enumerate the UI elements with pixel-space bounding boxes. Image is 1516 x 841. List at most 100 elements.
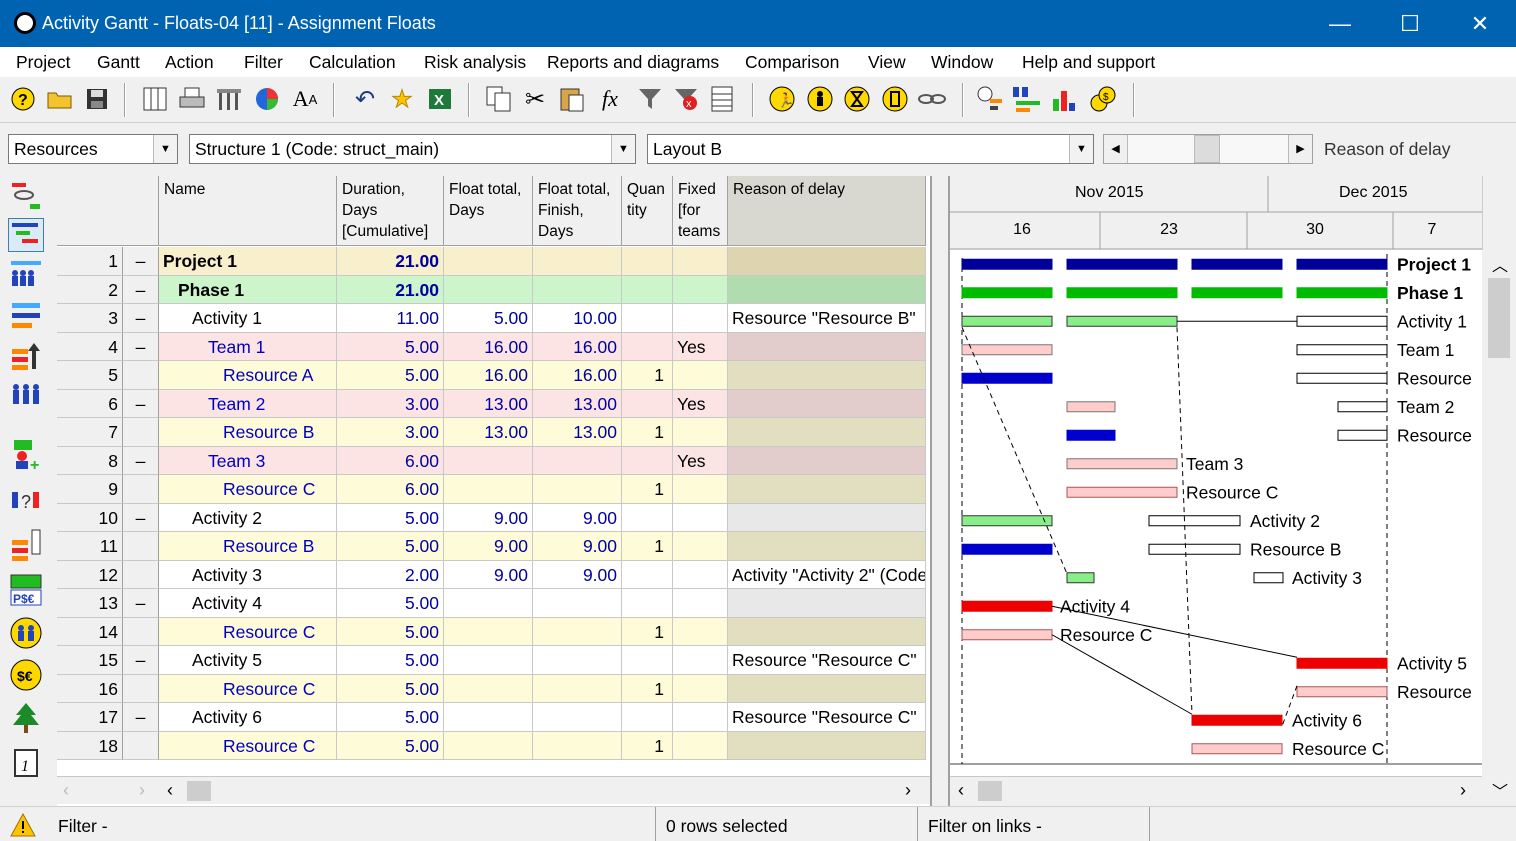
scroll-icon[interactable] [880,84,910,114]
cell-quantity[interactable] [622,589,673,618]
cell-name[interactable]: Project 1 [159,247,337,276]
table-row[interactable]: 13– Activity 4 5.00 [57,589,930,618]
row-number[interactable]: 13 [57,589,123,618]
cell-fixed[interactable] [673,503,728,532]
cell-float-total[interactable]: 16.00 [444,332,533,361]
cell-name[interactable]: Team 2 [159,389,337,418]
chevron-down-icon[interactable]: ﹀ [1492,778,1508,802]
row-number[interactable]: 12 [57,560,123,589]
collapse-toggle[interactable]: – [123,703,159,732]
fixed-column-header[interactable]: Fixed [for teams [673,176,728,246]
tree-up-icon[interactable] [8,338,44,372]
row-number[interactable]: 7 [57,418,123,447]
cell-quantity[interactable] [622,275,673,304]
cell-duration[interactable]: 5.00 [337,589,444,618]
chevron-down-icon[interactable]: ▼ [611,135,635,163]
cell-name[interactable]: Resource B [159,418,337,447]
currency-circle-icon[interactable]: $€ [8,658,44,692]
cell-reason[interactable] [728,332,926,361]
cell-fixed[interactable] [673,646,728,675]
cell-float-finish[interactable]: 9.00 [533,503,622,532]
menu-calculation[interactable]: Calculation [309,52,396,73]
cell-float-total[interactable]: 13.00 [444,389,533,418]
pie-chart-icon[interactable] [252,84,282,114]
cell-duration[interactable]: 5.00 [337,674,444,703]
collapse-toggle[interactable] [123,560,159,589]
cell-name[interactable]: Resource C [159,475,337,504]
cell-duration[interactable]: 5.00 [337,361,444,390]
cell-fixed[interactable] [673,560,728,589]
collapse-toggle[interactable] [123,418,159,447]
structure-dropdown[interactable]: Structure 1 (Code: struct_main) ▼ [189,134,636,164]
cell-float-finish[interactable]: 13.00 [533,418,622,447]
cell-float-finish[interactable]: 9.00 [533,560,622,589]
collapse-toggle[interactable]: – [123,275,159,304]
collapse-toggle[interactable]: – [123,332,159,361]
row-number[interactable]: 15 [57,646,123,675]
cell-quantity[interactable]: 1 [622,731,673,760]
formula-icon[interactable]: fx [595,84,625,114]
collapse-toggle[interactable]: – [123,503,159,532]
schedule-icon[interactable]: 🏃 [767,84,797,114]
cell-float-finish[interactable]: 9.00 [533,532,622,561]
cell-float-total[interactable] [444,475,533,504]
links-view-icon[interactable] [8,178,44,212]
row-number[interactable]: 11 [57,532,123,561]
chevron-down-icon[interactable]: ▼ [153,135,177,163]
cell-name[interactable]: Resource C [159,674,337,703]
scrollbar-thumb[interactable] [1488,278,1510,358]
table-row[interactable]: 17– Activity 6 5.00 Resource "Resource C" [57,703,930,732]
cell-fixed[interactable] [673,532,728,561]
warning-icon[interactable] [10,812,36,841]
cell-float-total[interactable] [444,674,533,703]
person-icon[interactable] [805,84,835,114]
cell-float-finish[interactable]: 10.00 [533,304,622,333]
font-icon[interactable]: AA [290,84,320,114]
cell-reason[interactable]: Resource "Resource C" [728,646,926,675]
chevron-left-icon[interactable]: ‹ [63,780,69,801]
cell-reason[interactable] [728,589,926,618]
bar-chart-icon[interactable] [1050,84,1080,114]
chevron-right-icon[interactable]: › [1460,780,1466,801]
cell-quantity[interactable] [622,646,673,675]
duration-column-header[interactable]: Duration, Days [Cumulative] [337,176,444,246]
maximize-button[interactable]: ☐ [1375,0,1445,47]
cell-name[interactable]: Resource C [159,731,337,760]
table-row[interactable]: 5 Resource A 5.00 16.00 16.00 1 [57,361,930,390]
table-row[interactable]: 11 Resource B 5.00 9.00 9.00 1 [57,532,930,561]
chevron-up-icon[interactable]: ︿ [1492,252,1508,276]
table-row[interactable]: 6– Team 2 3.00 13.00 13.00 Yes [57,389,930,418]
cell-fixed[interactable] [673,361,728,390]
float-finish-column-header[interactable]: Float total, Finish, Days [533,176,622,246]
table-row[interactable]: 8– Team 3 6.00 Yes [57,446,930,475]
cell-fixed[interactable] [673,589,728,618]
cell-fixed[interactable] [673,247,728,276]
cell-duration[interactable]: 5.00 [337,532,444,561]
chevron-down-icon[interactable]: ▼ [1069,135,1093,163]
cell-name[interactable]: Activity 6 [159,703,337,732]
cell-reason[interactable] [728,446,926,475]
collapse-toggle[interactable]: – [123,247,159,276]
scrollbar-thumb[interactable] [187,781,211,801]
chevron-left-icon[interactable]: ‹ [958,780,964,801]
cell-reason[interactable] [728,361,926,390]
cell-float-finish[interactable]: 16.00 [533,361,622,390]
cell-quantity[interactable]: 1 [622,475,673,504]
cell-float-finish[interactable]: 16.00 [533,332,622,361]
excel-icon[interactable]: X [425,84,455,114]
cell-fixed[interactable] [673,475,728,504]
cell-float-finish[interactable] [533,646,622,675]
table-row[interactable]: 1– Project 1 21.00 [57,247,930,276]
bars-view-icon[interactable] [8,298,44,332]
tree-down-icon[interactable] [8,528,44,562]
row-number[interactable]: 2 [57,275,123,304]
undo-icon[interactable]: ↶ [350,84,380,114]
cell-reason[interactable] [728,532,926,561]
row-number[interactable]: 16 [57,674,123,703]
table-row[interactable]: 9 Resource C 6.00 1 [57,475,930,504]
cell-duration[interactable]: 6.00 [337,475,444,504]
chevron-right-icon[interactable]: › [139,780,145,801]
filter-icon[interactable] [635,84,665,114]
cell-name[interactable]: Activity 5 [159,646,337,675]
cell-fixed[interactable]: Yes [673,446,728,475]
